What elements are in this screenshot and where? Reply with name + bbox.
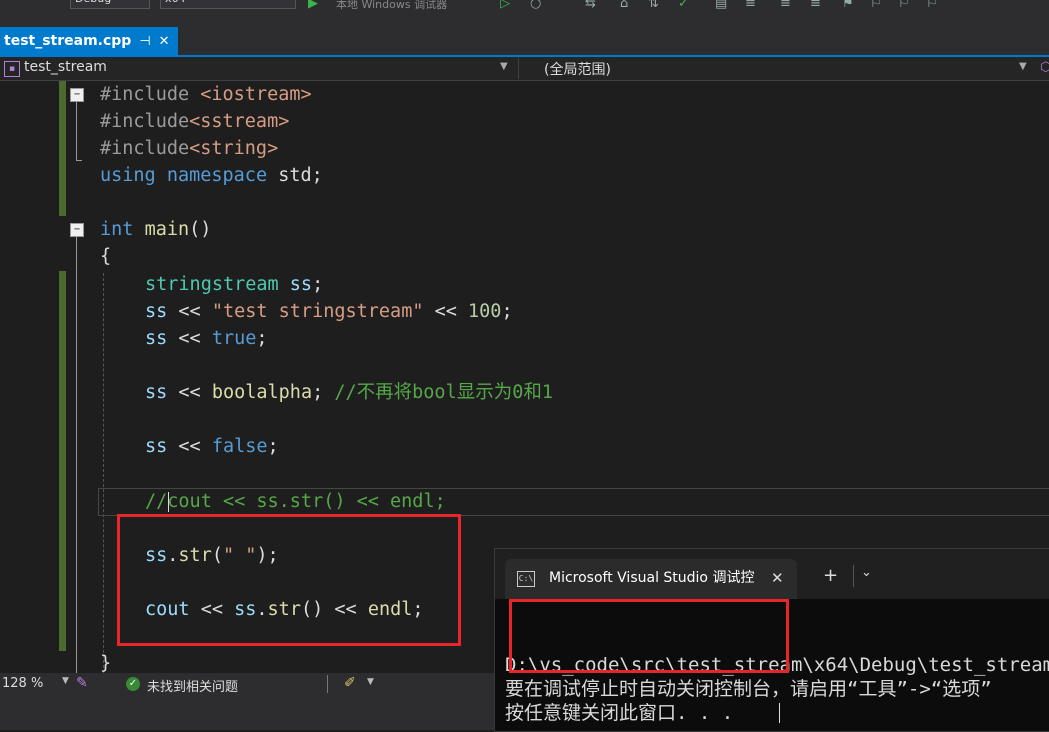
outdent-icon[interactable]: ≡	[810, 0, 821, 11]
home-icon[interactable]: ⌂	[620, 0, 628, 11]
fold-line	[76, 237, 77, 673]
code-line-8: stringstream ss;	[145, 274, 324, 295]
scope-label: (全局范围)	[544, 62, 611, 78]
chevron-down-icon: ▼	[500, 61, 508, 72]
project-icon: ▪	[4, 61, 20, 77]
project-dropdown[interactable]: ▪ test_stream ▼	[0, 58, 512, 79]
pin-icon[interactable]: ⊣	[139, 34, 150, 49]
chevron-down-icon[interactable]: ▼	[62, 676, 69, 686]
code-line-21: }	[100, 653, 112, 673]
console-output-prompt: 按任意键关闭此窗口. . .	[505, 702, 734, 724]
start-debug-icon[interactable]: ▶	[308, 0, 318, 11]
console-tab-label: Microsoft Visual Studio 调试控制台	[549, 570, 754, 586]
console-title-bar: C:\ Microsoft Visual Studio 调试控制台 ✕ + ⌄	[495, 549, 1049, 599]
zoom-level[interactable]: 128 %	[2, 676, 43, 691]
navigation-bar: ▪ test_stream ▼ (全局范围) ▼ ⬡	[0, 57, 1049, 81]
code-line-4: using namespace std;	[100, 165, 323, 186]
comment-icon[interactable]: ▤	[715, 0, 727, 11]
code-line-6: int main()	[100, 219, 212, 240]
bookmark-clear-icon[interactable]: ⚐	[926, 0, 938, 11]
code-line-7: {	[100, 246, 112, 267]
check-circle-icon: ✓	[126, 677, 140, 691]
chevron-down-icon: ▼	[1019, 61, 1027, 72]
code-line-12: ss << boolalpha; //不再将bool显示为0和1	[145, 382, 553, 403]
scope-dropdown[interactable]: (全局范围) ▼	[518, 58, 1033, 79]
change-marker	[59, 81, 66, 216]
toolbar: Debug x64 ▶ 本地 Windows 调试器 ▷ ○ ⇆ ⌂ ⇅ ✓ ▤…	[0, 0, 1049, 27]
bookmark-prev-icon[interactable]: ⚐	[870, 0, 882, 11]
code-line-14: ss << false;	[145, 436, 279, 457]
close-icon[interactable]: ✕	[159, 34, 170, 49]
divider	[327, 675, 328, 693]
terminal-icon: C:\	[517, 571, 535, 587]
stop-icon[interactable]: ○	[530, 0, 541, 11]
console-tab[interactable]: C:\ Microsoft Visual Studio 调试控制台 ✕	[505, 559, 797, 599]
code-line-16: //cout << ss.str() << endl;	[145, 491, 446, 512]
close-icon[interactable]: ✕	[771, 559, 784, 597]
new-tab-icon[interactable]: +	[823, 565, 838, 586]
highlight-box	[117, 514, 461, 646]
code-line-1: #include <iostream>	[100, 84, 312, 105]
tab-label: test_stream.cpp	[4, 33, 132, 49]
highlight-box	[509, 599, 789, 673]
console-cursor	[779, 703, 780, 723]
collapse-icon[interactable]: −	[70, 223, 84, 237]
sort-icon[interactable]: ⇅	[648, 0, 659, 11]
code-line-9: ss << "test stringstream" << 100;	[145, 301, 513, 322]
divider	[853, 565, 854, 587]
console-output-hint: 要在调试停止时自动关闭控制台，请启用“工具”->“选项”	[505, 678, 992, 700]
indent-icon[interactable]: ≡	[780, 0, 791, 11]
member-icon[interactable]: ⬡	[1040, 60, 1049, 75]
feedback-icon[interactable]: ✎	[76, 675, 88, 691]
issues-status[interactable]: 未找到相关问题	[147, 676, 238, 695]
code-line-3: #include<string>	[100, 138, 279, 159]
change-marker	[59, 271, 66, 651]
code-line-10: ss << true;	[145, 328, 268, 349]
platform-dropdown[interactable]: x64	[160, 0, 296, 9]
document-tab-strip: test_stream.cpp ⊣ ✕	[0, 27, 1049, 57]
indent-guide	[103, 273, 104, 673]
check-icon[interactable]: ✓	[678, 0, 689, 11]
chevron-down-icon[interactable]: ⌄	[861, 565, 872, 580]
align-icon[interactable]: ≡	[745, 0, 756, 11]
run-target-label[interactable]: 本地 Windows 调试器	[336, 0, 447, 12]
fold-line	[76, 102, 77, 160]
tab-test-stream-cpp[interactable]: test_stream.cpp ⊣ ✕	[0, 27, 178, 55]
bookmark-icon[interactable]: ⚑	[842, 0, 854, 11]
chevron-down-icon[interactable]: ▼	[367, 677, 374, 687]
code-line-2: #include<sstream>	[100, 111, 290, 132]
fold-end	[76, 160, 82, 161]
bookmark-next-icon[interactable]: ⚐	[898, 0, 910, 11]
code-cleanup-icon[interactable]: ✐	[344, 675, 356, 691]
debug-console-window[interactable]: C:\ Microsoft Visual Studio 调试控制台 ✕ + ⌄ …	[494, 548, 1049, 732]
live-share-icon[interactable]: ⇆	[585, 0, 596, 11]
config-dropdown[interactable]: Debug	[70, 0, 150, 9]
project-label: test_stream	[24, 59, 107, 75]
collapse-icon[interactable]: −	[70, 88, 84, 102]
start-without-debug-icon[interactable]: ▷	[500, 0, 510, 11]
